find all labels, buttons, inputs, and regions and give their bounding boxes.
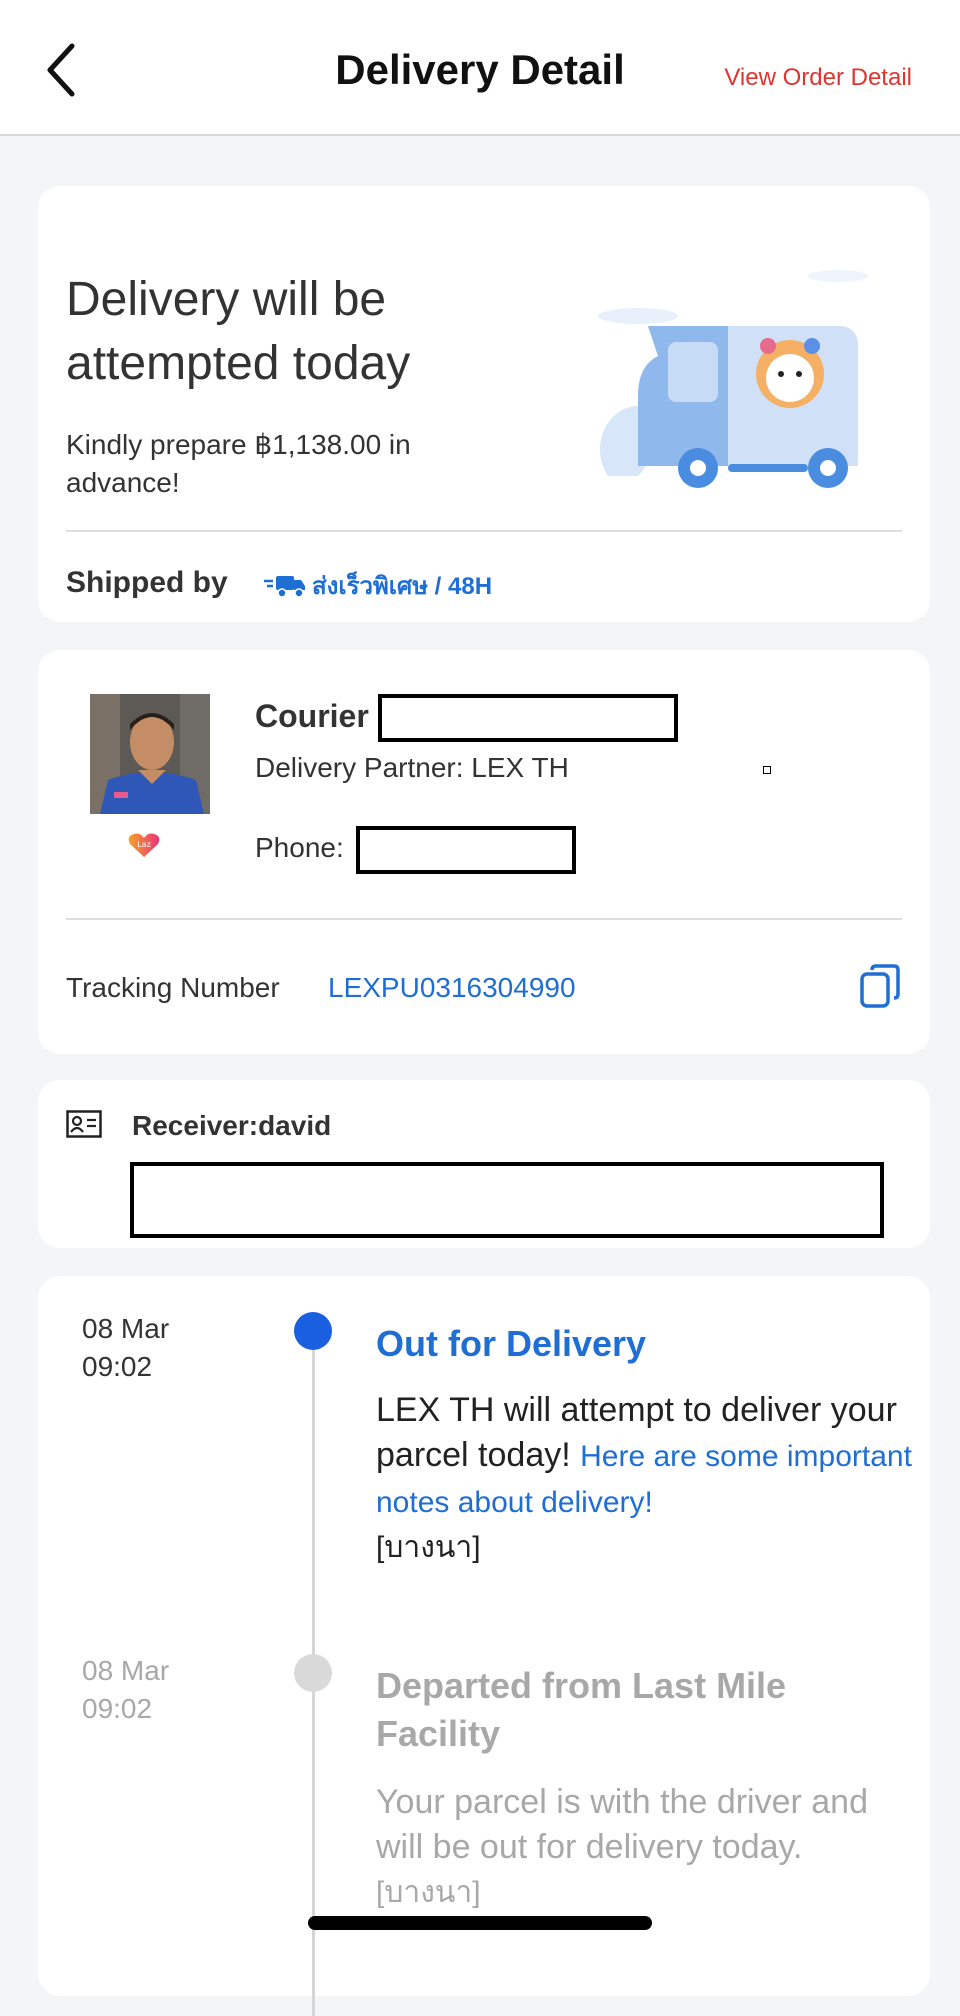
event-title: Out for Delivery <box>376 1323 647 1364</box>
home-indicator[interactable] <box>308 1916 652 1930</box>
back-button[interactable] <box>42 42 82 98</box>
event-title: Departed from Last Mile Facility <box>376 1665 787 1754</box>
receiver-name: Receiver:david <box>132 1110 332 1141</box>
copy-icon <box>860 964 900 1008</box>
copy-tracking-button[interactable] <box>858 962 902 1010</box>
tracking-number[interactable]: LEXPU0316304990 <box>328 972 576 1004</box>
event-description: LEX TH will attempt to deliver your parc… <box>376 1388 916 1570</box>
laz-logo-icon: Laz <box>128 832 160 858</box>
chevron-left-icon <box>47 43 75 97</box>
delivery-status-card: Delivery will be attempted today Kindly … <box>38 186 930 622</box>
event-date: 08 Mar <box>82 1655 170 1686</box>
header-bar: Delivery Detail View Order Detail <box>0 0 960 136</box>
redacted-address <box>130 1162 884 1238</box>
receiver-card: Receiver:david <box>38 1080 930 1248</box>
shipping-service-text: ส่งเร็วพิเศษ / 48H <box>312 573 493 600</box>
timeline-event-date: 08 Mar 09:02 <box>82 1310 169 1386</box>
marker-dot <box>763 766 771 774</box>
courier-label: Courier <box>255 698 369 734</box>
event-description: Your parcel is with the driver and will … <box>376 1780 916 1915</box>
divider <box>66 918 902 920</box>
timeline-dot-active <box>294 1312 332 1350</box>
view-order-detail-link[interactable]: View Order Detail <box>724 64 912 92</box>
shipping-service-badge: ส่งเร็วพิเศษ / 48H <box>264 566 492 605</box>
redacted-courier-name <box>378 694 678 742</box>
payment-reminder: Kindly prepare ฿1,138.00 in advance! <box>66 429 411 498</box>
laz-logo-text: Laz <box>137 840 151 849</box>
tracking-timeline-card: 08 Mar 09:02 Out for Delivery LEX TH wil… <box>38 1276 930 2016</box>
delivery-headline: Delivery will be attempted today <box>66 273 411 390</box>
event-desc-text: Your parcel is with the driver and will … <box>376 1783 869 1866</box>
fast-truck-icon <box>264 575 305 598</box>
shipped-by-label: Shipped by <box>66 566 228 599</box>
timeline-dot-inactive <box>294 1654 332 1692</box>
delivery-van-illustration <box>578 256 898 496</box>
event-time: 09:02 <box>82 1351 153 1382</box>
id-card-icon <box>66 1110 102 1138</box>
redacted-phone-number[interactable] <box>356 826 576 874</box>
event-location: [บางนา] <box>376 1876 481 1909</box>
delivery-partner: Delivery Partner: LEX TH <box>255 752 569 783</box>
event-time: 09:02 <box>82 1693 153 1724</box>
timeline-event-date: 08 Mar 09:02 <box>82 1652 169 1728</box>
courier-card: Laz Courier Delivery Partner: LEX TH Pho… <box>38 650 930 1054</box>
event-location: [บางนา] <box>376 1531 481 1564</box>
event-date: 08 Mar <box>82 1313 170 1344</box>
divider <box>66 530 902 532</box>
courier-avatar <box>90 694 210 814</box>
phone-label: Phone: <box>255 832 344 863</box>
tracking-number-label: Tracking Number <box>66 972 280 1003</box>
